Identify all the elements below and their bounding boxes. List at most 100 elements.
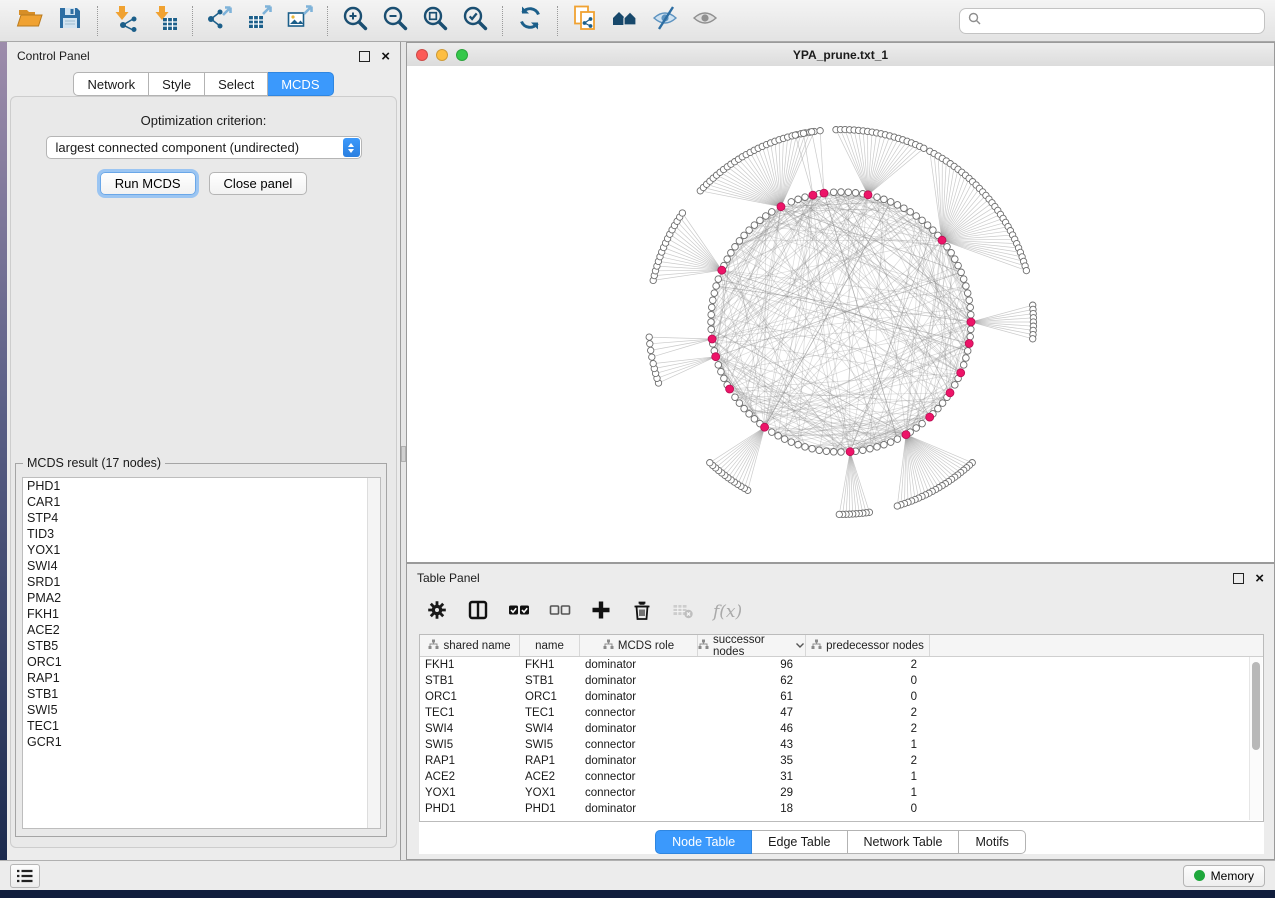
export-network-button[interactable] [200, 3, 240, 39]
apply-preferred-layout-icon [516, 4, 544, 37]
cell-MCDS-role: connector [580, 787, 698, 799]
table-mode-button[interactable] [426, 599, 448, 626]
tab-edge-table[interactable]: Edge Table [752, 830, 847, 854]
show-columns-button[interactable] [467, 599, 489, 626]
search-input[interactable] [987, 13, 1256, 29]
mcds-result-item[interactable]: PHD1 [23, 478, 380, 494]
tab-style[interactable]: Style [149, 72, 205, 96]
table-row[interactable]: ORC1ORC1dominator610 [420, 689, 1263, 705]
table-row[interactable]: TEC1TEC1connector472 [420, 705, 1263, 721]
table-row[interactable]: RAP1RAP1dominator352 [420, 753, 1263, 769]
mcds-result-item[interactable]: SRD1 [23, 574, 380, 590]
cell-name: PHD1 [520, 803, 580, 815]
show-all-button[interactable] [685, 3, 725, 39]
import-table-button[interactable] [145, 3, 185, 39]
tab-node-table[interactable]: Node Table [655, 830, 752, 854]
cell-MCDS-role: connector [580, 771, 698, 783]
mcds-result-item[interactable]: TID3 [23, 526, 380, 542]
tab-network-table[interactable]: Network Table [848, 830, 960, 854]
export-table-button[interactable] [240, 3, 280, 39]
export-image-button[interactable] [280, 3, 320, 39]
hide-selected-button[interactable] [645, 3, 685, 39]
mcds-result-item[interactable]: GCR1 [23, 734, 380, 750]
network-window-title: YPA_prune.txt_1 [407, 48, 1274, 62]
cell-MCDS-role: connector [580, 707, 698, 719]
zoom-fit-button[interactable] [415, 3, 455, 39]
table-row[interactable]: SWI4SWI4dominator462 [420, 721, 1263, 737]
mcds-result-item[interactable]: ORC1 [23, 654, 380, 670]
close-panel-button[interactable]: Close panel [209, 172, 308, 195]
mcds-result-item[interactable]: TEC1 [23, 718, 380, 734]
mcds-tab-content: Optimization criterion: largest connecte… [10, 96, 397, 848]
mcds-result-item[interactable]: STB5 [23, 638, 380, 654]
mcds-result-item[interactable]: PMA2 [23, 590, 380, 606]
apply-preferred-layout-button[interactable] [510, 3, 550, 39]
column-header-successor-nodes[interactable]: successor nodes [698, 635, 806, 656]
float-panel-icon[interactable] [359, 51, 370, 62]
tab-mcds[interactable]: MCDS [268, 72, 333, 96]
mcds-result-item[interactable]: STP4 [23, 510, 380, 526]
table-row[interactable]: ACE2ACE2connector311 [420, 769, 1263, 785]
mcds-list-scrollbar[interactable] [367, 478, 380, 828]
new-network-from-selection-button[interactable] [565, 3, 605, 39]
task-history-button[interactable] [10, 864, 40, 888]
memory-button[interactable]: Memory [1183, 865, 1265, 887]
deselect-all-button[interactable] [549, 599, 571, 626]
cell-name: STB1 [520, 675, 580, 687]
cell-predecessor-nodes: 2 [806, 755, 930, 767]
export-network-icon [206, 4, 234, 37]
mcds-result-item[interactable]: RAP1 [23, 670, 380, 686]
table-row[interactable]: SWI5SWI5connector431 [420, 737, 1263, 753]
mcds-result-item[interactable]: CAR1 [23, 494, 380, 510]
delete-columns-button[interactable] [631, 599, 653, 626]
tab-motifs[interactable]: Motifs [959, 830, 1025, 854]
cell-predecessor-nodes: 1 [806, 739, 930, 751]
table-row[interactable]: STB1STB1dominator620 [420, 673, 1263, 689]
table-scrollbar[interactable] [1249, 657, 1262, 820]
export-table-icon [246, 4, 274, 37]
minimize-window-traffic-light[interactable] [436, 49, 448, 61]
control-panel: Control Panel × NetworkStyleSelectMCDS O… [7, 42, 401, 860]
column-header-shared-name[interactable]: shared name [420, 635, 520, 656]
table-scrollbar-thumb[interactable] [1252, 662, 1260, 750]
search-box[interactable] [959, 8, 1265, 34]
first-neighbors-button[interactable] [605, 3, 645, 39]
delete-table-icon [672, 599, 694, 626]
network-canvas[interactable] [407, 66, 1274, 562]
zoom-in-button[interactable] [335, 3, 375, 39]
close-window-traffic-light[interactable] [416, 49, 428, 61]
open-session-button[interactable] [10, 3, 50, 39]
table-row[interactable]: YOX1YOX1connector291 [420, 785, 1263, 801]
network-graph[interactable] [407, 66, 1274, 562]
tab-network[interactable]: Network [73, 72, 149, 96]
column-header-predecessor-nodes[interactable]: predecessor nodes [806, 635, 930, 656]
mcds-result-item[interactable]: ACE2 [23, 622, 380, 638]
column-header-name[interactable]: name [520, 635, 580, 656]
mcds-result-item[interactable]: FKH1 [23, 606, 380, 622]
toolbar-separator [557, 6, 558, 36]
column-header-MCDS-role[interactable]: MCDS role [580, 635, 698, 656]
table-row[interactable]: PHD1PHD1dominator180 [420, 801, 1263, 817]
mcds-result-item[interactable]: YOX1 [23, 542, 380, 558]
save-session-button[interactable] [50, 3, 90, 39]
zoom-out-button[interactable] [375, 3, 415, 39]
mcds-result-list: PHD1CAR1STP4TID3YOX1SWI4SRD1PMA2FKH1ACE2… [22, 477, 381, 829]
cell-predecessor-nodes: 0 [806, 675, 930, 687]
mcds-result-item[interactable]: SWI5 [23, 702, 380, 718]
new-column-icon [590, 599, 612, 626]
tab-select[interactable]: Select [205, 72, 268, 96]
import-network-button[interactable] [105, 3, 145, 39]
maximize-window-traffic-light[interactable] [456, 49, 468, 61]
mcds-result-item[interactable]: STB1 [23, 686, 380, 702]
close-table-panel-icon[interactable]: × [1255, 571, 1264, 586]
table-row[interactable]: FKH1FKH1dominator962 [420, 657, 1263, 673]
new-column-button[interactable] [590, 599, 612, 626]
run-mcds-button[interactable]: Run MCDS [100, 172, 196, 195]
close-panel-icon[interactable]: × [381, 49, 390, 64]
zoom-selected-button[interactable] [455, 3, 495, 39]
mcds-result-item[interactable]: SWI4 [23, 558, 380, 574]
float-table-panel-icon[interactable] [1233, 573, 1244, 584]
optimization-criterion-select[interactable]: largest connected component (undirected) [46, 136, 362, 159]
select-all-button[interactable] [508, 599, 530, 626]
network-window-titlebar[interactable]: YPA_prune.txt_1 [407, 43, 1274, 67]
